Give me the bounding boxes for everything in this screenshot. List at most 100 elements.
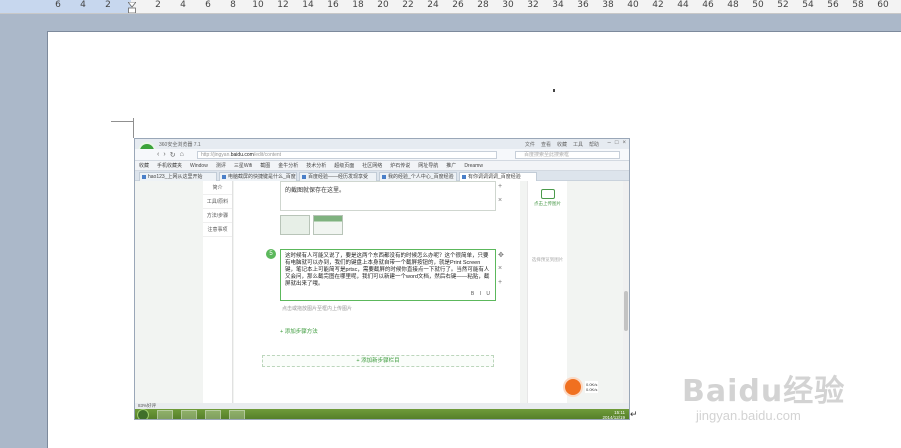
start-button-icon	[137, 409, 149, 419]
bookmark-item: 网址导航	[418, 163, 439, 169]
ruler-left-margin	[0, 0, 131, 13]
window-controls: – □ ×	[608, 140, 626, 146]
back-icon: ‹	[157, 151, 160, 158]
step-delete-icon: ×	[498, 197, 503, 204]
ruler-tick-label: 14	[302, 0, 314, 10]
browser-tab: 我的经验_个人中心_百度经验	[379, 172, 457, 181]
step-move-icon: +	[498, 183, 503, 190]
ruler-tick-label: 60	[877, 0, 889, 10]
refresh-icon: ↻	[169, 152, 176, 159]
pasted-screenshot-image[interactable]: 360安全浏览器 7.1 文件 查看 收藏 工具 帮助 – □ × ‹ › ↻ ⌂ http://…	[134, 138, 630, 420]
ruler-tick-label: 2	[105, 0, 111, 10]
upload-hint: 点击或拖放图片至框内上传图片	[282, 306, 353, 312]
bookmark-item: 三星Wifi	[233, 163, 253, 169]
taskbar-clock: 15:11 2014/12/19	[602, 410, 625, 420]
browser-tabs: hao123_上网从这里开始 电脑截屏的快捷键是什么_百度... 百度经验——经历发…	[135, 171, 629, 181]
text-cursor-mark	[553, 89, 555, 92]
scrollbar-thumb	[624, 291, 628, 331]
page-scrollbar	[623, 181, 629, 403]
download-speed: 0.0K/s	[586, 387, 598, 392]
browser-titlebar: 360安全浏览器 7.1 文件 查看 收藏 工具 帮助 – □ ×	[135, 139, 629, 160]
preview-label: 选择预览到图片	[531, 257, 564, 262]
ruler-tick-label: 26	[452, 0, 464, 10]
bookmark-item: 社区网络	[362, 163, 383, 169]
ruler-tick-label: 16	[327, 0, 339, 10]
step-text: 这时候有人可能又说了，要是这两个东西都没有的时候怎么办呢？这个很简单，只要有电脑…	[285, 253, 490, 287]
close-icon: ×	[622, 140, 626, 146]
url-path: /edit/content	[253, 152, 282, 158]
speed-ball-icon	[563, 377, 583, 397]
forward-icon: ›	[163, 151, 166, 158]
page-content: 简介 工具/原料 方法/步骤 注意事项 的截图就保存在这里。 + × 5 这时候有人可…	[135, 181, 629, 403]
home-icon: ⌂	[179, 151, 184, 158]
outline-nav-item: 注意事项	[203, 223, 232, 237]
ruler-tick-label: 28	[477, 0, 489, 10]
ruler-tick-label: 36	[577, 0, 589, 10]
step-remove-icon: ×	[498, 265, 503, 272]
browser-tab: 电脑截屏的快捷键是什么_百度...	[219, 172, 297, 181]
windows-taskbar: 15:11 2014/12/19	[135, 409, 629, 420]
bookmark-item: 金牛分析	[278, 163, 299, 169]
bookmark-item: 手机收藏夹	[157, 163, 183, 169]
ruler-tick-label: 4	[80, 0, 86, 10]
url-domain: baidu.com	[230, 152, 254, 158]
format-toolbar: B I U	[470, 291, 492, 297]
minimize-icon: –	[607, 140, 611, 146]
ruler-tick-label: 48	[727, 0, 739, 10]
ruler-tick-label: 6	[55, 0, 61, 10]
watermark-logo: Baidu经验	[682, 374, 846, 409]
browser-tab: 百度经验——经历发现享受	[299, 172, 377, 181]
previous-step-textbox: 的截图就保存在这里。	[280, 181, 496, 211]
bookmarks-bar: 收藏 手机收藏夹 Window 测评 三星Wifi 截图 金牛分析 技术分析 超级页面 社区网络 炉…	[135, 161, 629, 171]
ruler-tick-label: 4	[180, 0, 186, 10]
ruler-tick-label: 6	[205, 0, 211, 10]
browser-tab: hao123_上网从这里开始	[139, 172, 217, 181]
article-outline-nav: 简介 工具/原料 方法/步骤 注意事项	[203, 181, 233, 403]
ruler-tick-label: 8	[230, 0, 236, 10]
ruler-tick-label: 24	[427, 0, 439, 10]
thumbnail-2	[313, 215, 343, 235]
add-method-link: + 添加步骤方法	[280, 329, 318, 335]
bookmark-item: 推广	[446, 163, 457, 169]
ruler-tick-label: 54	[802, 0, 814, 10]
watermark-url: jingyan.baidu.com	[696, 408, 801, 423]
ruler-tick-label: 46	[702, 0, 714, 10]
taskbar-app-browser-icon	[229, 410, 245, 419]
bookmark-item: 截图	[260, 163, 271, 169]
ruler-tick-label: 50	[752, 0, 764, 10]
horizontal-ruler[interactable]: 6 4 2 2 4 6 8 10 12 14 16 18 20 22 24 26 28 30 32 34 36 38 40 4…	[0, 0, 901, 14]
ruler-tick-label: 10	[252, 0, 264, 10]
outline-nav-item: 简介	[203, 181, 232, 195]
taskbar-app-qq-icon	[181, 410, 197, 419]
browser-menu-item: 文件	[524, 142, 535, 148]
browser-menu-item: 查看	[540, 142, 551, 148]
thumbnail-1	[280, 215, 310, 235]
browser-tab: 有你调调调调_百度经验	[459, 172, 537, 181]
browser-title: 360安全浏览器 7.1	[159, 142, 201, 148]
right-panel: 点击上传图片 选择预览到图片	[527, 181, 567, 403]
outline-nav-item: 方法/步骤	[203, 209, 232, 223]
step-image-thumbnails	[280, 215, 343, 235]
ruler-tick-label: 32	[527, 0, 539, 10]
bookmark-item: Dreamw	[464, 163, 483, 169]
ruler-tick-label: 40	[627, 0, 639, 10]
speed-values: 0.0K/s 0.0K/s	[585, 381, 599, 393]
paragraph-return-mark: ↵	[630, 409, 638, 419]
upload-label: 点击上传图片	[534, 201, 561, 206]
ruler-tick-label: 12	[277, 0, 289, 10]
browser-menu-item: 收藏	[556, 142, 567, 148]
ruler-tick-label: 34	[552, 0, 564, 10]
outline-nav-item: 工具/原料	[203, 195, 232, 209]
url-field: http://jingyan.baidu.com/edit/content	[197, 151, 497, 159]
clock-date: 2014/12/19	[602, 415, 625, 420]
indent-marker-icon[interactable]	[128, 2, 136, 14]
nav-buttons: ‹ › ↻ ⌂	[157, 151, 184, 159]
ruler-tick-label: 44	[677, 0, 689, 10]
step-add-icon: +	[498, 279, 503, 286]
ruler-tick-label: 22	[402, 0, 414, 10]
bookmark-item: 炉石传说	[390, 163, 411, 169]
ruler-tick-label: 56	[827, 0, 839, 10]
left-gray-strip	[0, 14, 47, 448]
ruler-tick-label: 58	[852, 0, 864, 10]
step-drag-icon: ✥	[498, 252, 504, 259]
